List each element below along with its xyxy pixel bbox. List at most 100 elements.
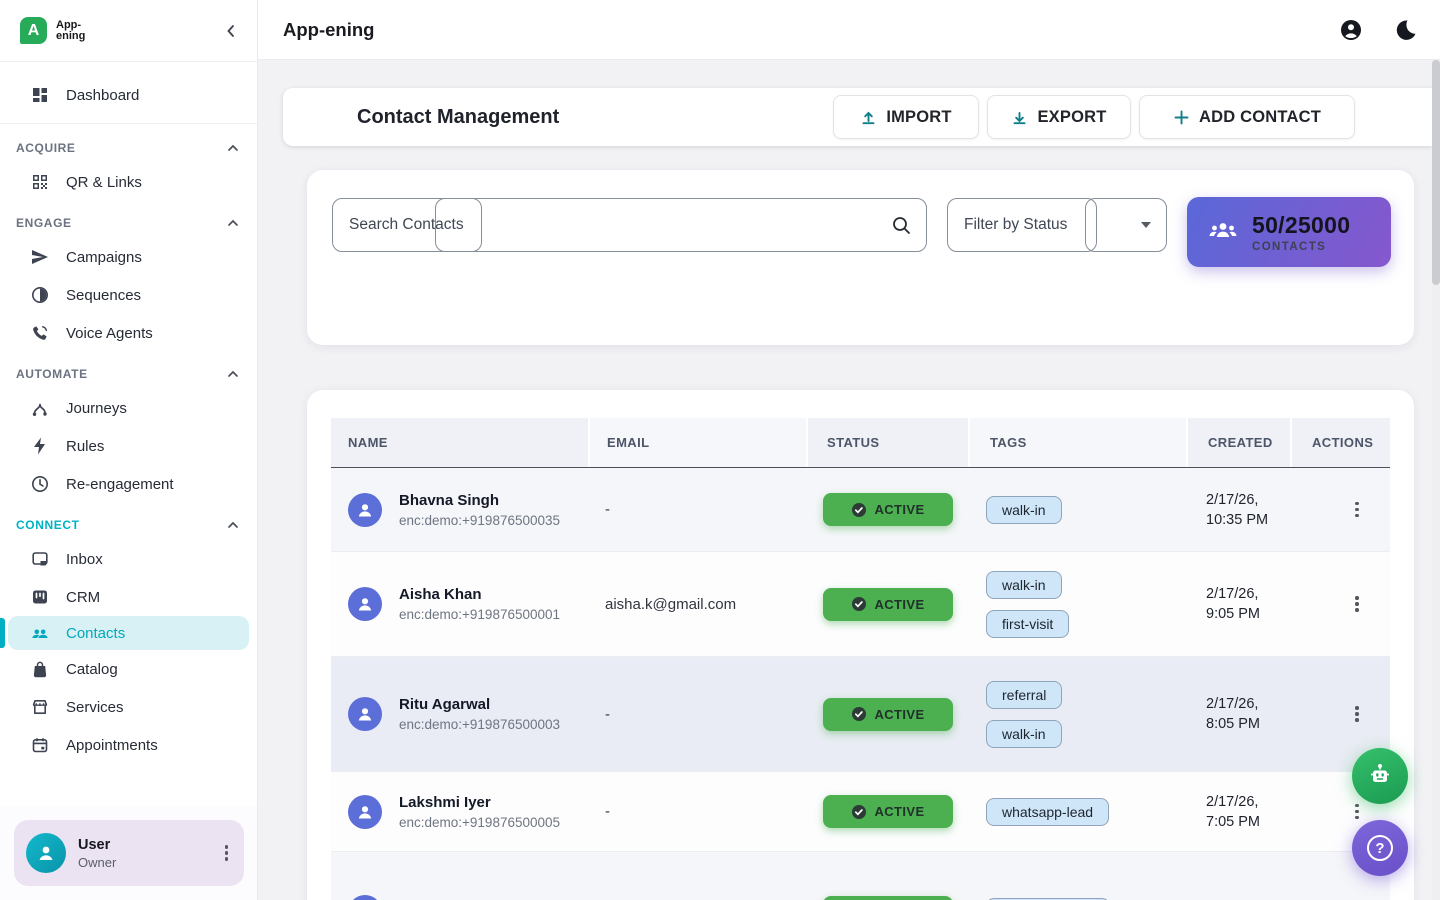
dark-mode-moon-icon[interactable]: [1394, 19, 1416, 41]
tag-chip: whatsapp-lead: [986, 798, 1109, 826]
sidebar-item-crm[interactable]: CRM: [0, 578, 257, 616]
filter-panel: Filter by Status 50/25000 CONTACTS: [307, 170, 1414, 345]
contact-email: -: [588, 706, 806, 723]
import-button[interactable]: IMPORT: [833, 95, 979, 139]
user-avatar: [26, 833, 66, 873]
app-title: App-ening: [283, 19, 1308, 41]
clock-icon: [30, 474, 50, 494]
sidebar-item-label: Campaigns: [66, 249, 142, 266]
sidebar-item-label: Inbox: [66, 551, 103, 568]
sidebar-item-voice-agents[interactable]: Voice Agents: [0, 314, 257, 352]
page-toolbar: Contact Management IMPORT EXPORT ADD CON…: [283, 88, 1432, 146]
export-button[interactable]: EXPORT: [987, 95, 1131, 139]
plus-icon: [1173, 109, 1190, 126]
search-input[interactable]: [332, 198, 927, 252]
table-row: Jyoti Rawat ACTIVE campaign-lead 2/17/26…: [331, 852, 1390, 900]
sidebar-item-label: Catalog: [66, 661, 118, 678]
status-badge[interactable]: ACTIVE: [823, 588, 953, 621]
dropdown-arrow-icon: [1141, 222, 1151, 228]
tag-chip: walk-in: [986, 496, 1062, 524]
chevron-up-icon: [227, 142, 239, 154]
sidebar: A App-ening Dashboard ACQUIRE QR & Links…: [0, 0, 258, 900]
calendar-icon: [30, 735, 50, 755]
download-icon: [1011, 109, 1028, 126]
sidebar-collapse-icon[interactable]: [223, 23, 239, 39]
search-icon: [891, 215, 912, 241]
contact-phone: enc:demo:+919876500003: [399, 717, 560, 732]
table-row: Ritu Agarwal enc:demo:+919876500003 - AC…: [331, 657, 1390, 772]
scrollbar-track[interactable]: [1432, 60, 1440, 900]
contact-email: -: [588, 501, 806, 518]
sidebar-item-re-engagement[interactable]: Re-engagement: [0, 465, 257, 503]
chatbot-fab-button[interactable]: [1352, 748, 1408, 804]
sidebar-item-label: Rules: [66, 438, 104, 455]
sidebar-item-label: Appointments: [66, 737, 158, 754]
contact-count-badge: 50/25000 CONTACTS: [1187, 197, 1391, 267]
row-actions-dots-icon[interactable]: [1324, 700, 1390, 728]
avatar: [348, 895, 382, 900]
status-filter-label: Filter by Status: [964, 198, 1067, 252]
sidebar-item-dashboard[interactable]: Dashboard: [0, 76, 257, 114]
help-fab-button[interactable]: ?: [1352, 820, 1408, 876]
sidebar-item-catalog[interactable]: Catalog: [0, 650, 257, 688]
section-acquire[interactable]: ACQUIRE: [0, 133, 257, 163]
check-circle-icon: [851, 596, 867, 612]
status-badge[interactable]: ACTIVE: [823, 698, 953, 731]
status-badge[interactable]: ACTIVE: [823, 795, 953, 828]
tag-chip: walk-in: [986, 571, 1062, 599]
sidebar-item-label: Re-engagement: [66, 476, 174, 493]
column-header-actions: ACTIONS: [1290, 418, 1390, 467]
row-actions-dots-icon[interactable]: [1324, 496, 1390, 524]
sidebar-item-sequences[interactable]: Sequences: [0, 276, 257, 314]
storefront-icon: [30, 697, 50, 717]
sidebar-item-label: Contacts: [66, 625, 125, 642]
sidebar-item-appointments[interactable]: Appointments: [0, 726, 257, 764]
section-engage[interactable]: ENGAGE: [0, 208, 257, 238]
created-at: 2/17/26,10:35 PM: [1186, 490, 1290, 530]
add-contact-button[interactable]: ADD CONTACT: [1139, 95, 1355, 139]
avatar: [348, 795, 382, 829]
qr-code-icon: [30, 172, 50, 192]
sidebar-item-inbox[interactable]: Inbox: [0, 540, 257, 578]
tag-chip: referral: [986, 681, 1062, 709]
active-indicator: [0, 618, 5, 648]
topbar: App-ening: [258, 0, 1440, 60]
account-icon[interactable]: [1340, 19, 1362, 41]
created-at: 2/17/26,9:05 PM: [1186, 584, 1290, 624]
status-filter-select[interactable]: Filter by Status: [947, 198, 1167, 252]
section-connect[interactable]: CONNECT: [0, 510, 257, 540]
status-badge[interactable]: ACTIVE: [823, 493, 953, 526]
contact-name: Aisha Khan: [399, 586, 560, 603]
sidebar-item-campaigns[interactable]: Campaigns: [0, 238, 257, 276]
table-row: Lakshmi Iyer enc:demo:+919876500005 - AC…: [331, 772, 1390, 852]
scrollbar-thumb[interactable]: [1432, 60, 1440, 285]
sidebar-item-label: QR & Links: [66, 174, 142, 191]
contact-count-value: 50/25000: [1252, 212, 1350, 239]
shopping-bag-icon: [30, 659, 50, 679]
robot-icon: [1365, 761, 1395, 791]
contact-count-caption: CONTACTS: [1252, 241, 1350, 253]
sidebar-item-journeys[interactable]: Journeys: [0, 389, 257, 427]
search-field[interactable]: [332, 198, 927, 252]
user-menu-dots-icon[interactable]: [219, 839, 235, 867]
contacts-people-icon: [30, 623, 50, 643]
sidebar-item-rules[interactable]: Rules: [0, 427, 257, 465]
app-logo-icon: A: [20, 17, 47, 44]
avatar: [348, 587, 382, 621]
content: Contact Management IMPORT EXPORT ADD CON…: [258, 60, 1440, 900]
question-mark-icon: ?: [1367, 835, 1393, 861]
phone-icon: [30, 323, 50, 343]
row-actions-dots-icon[interactable]: [1324, 590, 1390, 618]
section-automate[interactable]: AUTOMATE: [0, 359, 257, 389]
status-badge[interactable]: ACTIVE: [823, 896, 953, 900]
contacts-group-icon: [1207, 218, 1239, 247]
column-header-email: EMAIL: [588, 418, 806, 467]
sidebar-item-label: Dashboard: [66, 87, 139, 104]
contact-name: Lakshmi Iyer: [399, 794, 560, 811]
column-header-created: CREATED: [1186, 418, 1290, 467]
sidebar-item-qr-links[interactable]: QR & Links: [0, 163, 257, 201]
contact-name: Ritu Agarwal: [399, 696, 560, 713]
sidebar-item-contacts[interactable]: Contacts: [8, 616, 249, 650]
sidebar-item-services[interactable]: Services: [0, 688, 257, 726]
contact-name: Bhavna Singh: [399, 492, 560, 509]
